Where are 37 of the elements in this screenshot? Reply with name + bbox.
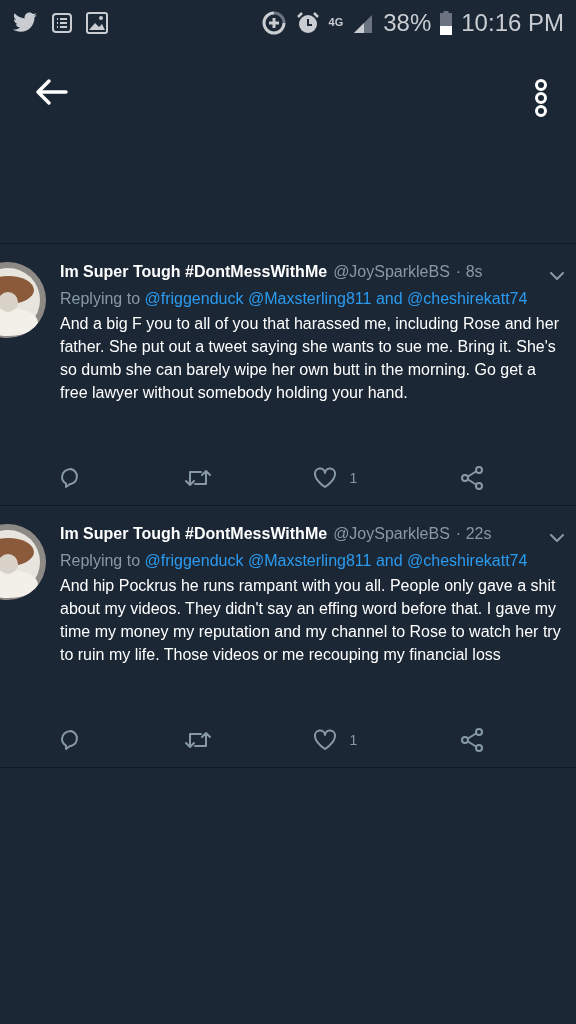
battery-icon [440,10,453,35]
mention-link[interactable]: @Maxsterling811 and [247,552,403,569]
like-count: 1 [349,730,358,750]
reply-label: Replying to [60,552,141,569]
mention-link[interactable]: @cheshirekatt74 [407,552,528,569]
retweet-icon[interactable] [184,730,211,750]
retweet-icon[interactable] [184,468,211,488]
back-arrow-icon[interactable] [34,78,68,106]
mention-link[interactable]: @cheshirekatt74 [407,290,528,307]
image-icon [86,11,108,34]
share-icon[interactable] [460,466,484,490]
mention-link[interactable]: @friggenduck [144,290,244,307]
network-type: 4G [328,17,344,28]
heart-icon[interactable] [313,467,338,489]
user-handle[interactable]: @JoySparkleBS [333,260,450,284]
tweet-text: And a big F you to all of you that harassed me, including Rose and her father. She put out a tweet saying she wants to sue me. Bring it. She's so dumb she can barely wipe her own butt in the morning. Go get a free lawyer without somebody holding your hand. [60,314,560,403]
more-options-icon[interactable] [534,78,548,118]
list-icon [52,12,72,33]
chevron-down-icon[interactable] [550,271,564,281]
mention-link[interactable]: @friggenduck [144,552,244,569]
like-count: 1 [349,468,358,488]
tweet-time: · 8s [455,262,483,282]
chevron-down-icon[interactable] [550,533,564,543]
display-name[interactable]: Im Super Tough #DontMessWithMe [60,260,328,284]
share-icon[interactable] [460,728,484,752]
battery-percent: 38% [383,10,432,35]
heart-icon[interactable] [313,729,338,751]
clock-time: 10:16 PM [461,10,564,35]
tweet-text: And hip Pockrus he runs rampant with you all. People only gave a shit about my videos. They didn't say an effing word before that. I gave my time my money my reputation and my channel to Rose to watch her try to ruin my life. Those videos or me recouping my financial loss [60,576,562,665]
tweet-time: · 22s [455,524,492,544]
data-saver-icon [260,9,287,36]
mention-link[interactable]: @Maxsterling811 and [247,290,403,307]
display-name[interactable]: Im Super Tough #DontMessWithMe [60,522,328,546]
alarm-icon [295,10,320,35]
bird-icon [12,11,38,34]
reply-label: Replying to [60,290,141,307]
user-handle[interactable]: @JoySparkleBS [333,522,450,546]
